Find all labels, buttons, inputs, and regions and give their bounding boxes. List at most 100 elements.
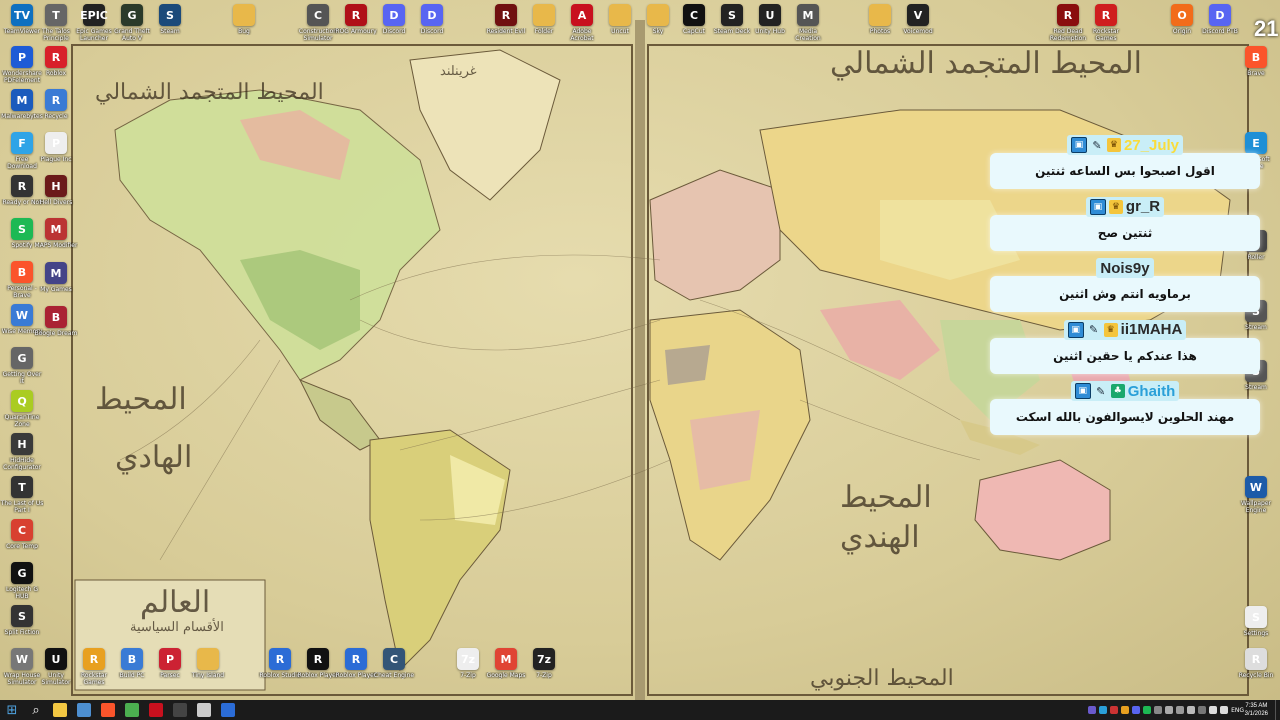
maps-icon: M — [495, 648, 517, 670]
desktop-shortcut[interactable]: R Recycle — [34, 89, 78, 120]
desktop-shortcut[interactable]: W Wallpaper Engine — [1234, 476, 1278, 514]
desktop-shortcut[interactable]: B Brave — [1234, 46, 1278, 77]
tray-app-icon[interactable] — [1088, 706, 1097, 714]
wise-icon: W — [11, 304, 33, 326]
desktop-shortcut[interactable]: B Boogie Dream — [34, 306, 78, 337]
desktop-shortcut-label: Plague Inc — [40, 156, 72, 163]
brave-icon: B — [1245, 46, 1267, 68]
roblox-icon: R — [307, 648, 329, 670]
desktop-shortcut[interactable]: Tiny Island — [186, 648, 230, 679]
chrome-taskbar-icon[interactable] — [125, 703, 139, 717]
desktop-shortcut[interactable]: S Split Fiction — [0, 605, 44, 636]
desktop-shortcut-label: My Games — [40, 286, 72, 293]
show-desktop-button[interactable] — [1275, 700, 1280, 720]
map-label-greenland: غرينلند — [440, 64, 477, 79]
desktop-shortcut-label: Steam — [160, 28, 180, 35]
desktop-shortcut[interactable]: Bug — [222, 4, 266, 35]
chat-message-text: ثنتين صح — [990, 214, 1260, 251]
chat-username-row: ▣ ✎ ♣ Ghaith — [990, 381, 1260, 401]
desktop-shortcut[interactable]: D Discord — [410, 4, 454, 35]
discord-icon: D — [1209, 4, 1231, 26]
folder-icon — [869, 4, 891, 26]
desktop-shortcut[interactable]: S Settings — [1234, 606, 1278, 637]
chat-message-text: مهند الحلوين لايسوالفون بالله اسكت — [990, 399, 1260, 435]
desktop-shortcut[interactable]: R Roblox — [34, 46, 78, 77]
wallpaper-icon: W — [1245, 476, 1267, 498]
chat-username-row: Nois9y — [990, 258, 1260, 278]
tray-spotify-icon[interactable] — [1143, 706, 1152, 714]
roblox-studio-taskbar-icon[interactable] — [221, 703, 235, 717]
desktop-shortcut[interactable]: G Logitech G HUB — [0, 562, 44, 600]
chat-username: gr_R — [1125, 198, 1161, 215]
settings-taskbar-icon[interactable] — [197, 703, 211, 717]
desktop-shortcut-label: Bug — [238, 28, 250, 35]
volume-icon[interactable] — [1220, 706, 1229, 714]
search-icon[interactable]: ⌕ — [29, 703, 43, 718]
crown-icon: ♛ — [1106, 138, 1121, 152]
desktop-shortcut-label: QuaranTine Zone — [4, 414, 40, 428]
chat-message-text: برماويه انتم وش اثنين — [990, 276, 1260, 312]
clock[interactable]: 7:35 AM 3/1/2026 — [1245, 702, 1268, 718]
epic-icon: EPIC — [80, 4, 108, 26]
tray-app-icon[interactable] — [1154, 706, 1163, 714]
windows-start-icon[interactable]: ⊞ — [5, 703, 19, 718]
chat-message: برماويه انتم وش اثنين Nois9y — [990, 258, 1260, 320]
tray-app-icon[interactable] — [1099, 706, 1108, 714]
settings-icon: S — [1245, 606, 1267, 628]
tray-app-icon[interactable] — [1110, 706, 1119, 714]
fdm-icon: F — [11, 132, 33, 154]
readyornot-icon: R — [11, 175, 33, 197]
chat-username-pill: ▣ ♛ gr_R — [1085, 196, 1165, 217]
chat-message: ثنتين صح ▣ ♛ gr_R — [990, 196, 1260, 259]
steam-taskbar-icon[interactable] — [77, 703, 91, 717]
tray-app-icon[interactable] — [1198, 706, 1207, 714]
coretemp-icon: C — [11, 519, 33, 541]
tray-app-icon[interactable] — [1187, 706, 1196, 714]
boogie-icon: B — [45, 306, 67, 328]
desktop-shortcut[interactable]: D Discord PTB — [1198, 4, 1242, 35]
pdfelement-icon: P — [11, 46, 33, 68]
wifi-icon[interactable] — [1209, 706, 1218, 714]
desktop-shortcut[interactable]: G Getting Over It — [0, 347, 44, 385]
prime-icon: ▣ — [1074, 383, 1091, 399]
brave-taskbar-icon[interactable] — [101, 703, 115, 717]
chat-username-pill: ▣ ✎ ♛ 27_July — [1066, 135, 1184, 155]
desktop-shortcut[interactable]: R Recycle Bin — [1234, 648, 1278, 679]
tray-app-icon[interactable] — [1165, 706, 1174, 714]
desktop-shortcut[interactable]: M Media Creation — [786, 4, 830, 42]
recycle-icon: R — [45, 89, 67, 111]
map-title-main: العالم — [140, 585, 211, 620]
plague-icon: P — [45, 132, 67, 154]
desktop-shortcut[interactable]: 7z 7-Zip — [522, 648, 566, 679]
desktop-shortcut[interactable]: T The Last of Us Part I — [0, 476, 44, 514]
voicemod-icon: V — [907, 4, 929, 26]
desktop-shortcut[interactable]: Q QuaranTine Zone — [0, 390, 44, 428]
desktop-shortcut[interactable]: C Cheat Engine — [372, 648, 416, 679]
pen-icon: ✎ — [1096, 384, 1106, 398]
desktop-shortcut[interactable]: R Rockstar Games — [1084, 4, 1128, 42]
taskbar: ⊞ ⌕ ENG 7:35 AM 3/1/2026 — [0, 700, 1280, 720]
language-indicator[interactable]: ENG — [1231, 707, 1244, 714]
rog-icon: R — [345, 4, 367, 26]
desktop-shortcut[interactable]: H Hell Divers — [34, 175, 78, 206]
desktop-shortcut[interactable]: M My Games — [34, 262, 78, 293]
desktop-shortcut[interactable]: H HidHide Configurator — [0, 433, 44, 471]
acrobat-taskbar-icon[interactable] — [149, 703, 163, 717]
tray-discord-icon[interactable] — [1132, 706, 1141, 714]
desktop-shortcut[interactable]: M MAPS Modifier — [34, 218, 78, 249]
tray-app-icon[interactable] — [1121, 706, 1130, 714]
cheatengine-icon: C — [383, 648, 405, 670]
file-explorer-icon[interactable] — [53, 703, 67, 717]
desktop-shortcut[interactable]: P Plague Inc — [34, 132, 78, 163]
desktop-shortcut[interactable]: V Voicemod — [896, 4, 940, 35]
tray-app-icon[interactable] — [1176, 706, 1185, 714]
obs-taskbar-icon[interactable] — [173, 703, 187, 717]
map-label-arctic-left: المحيط المتجمد الشمالي — [95, 80, 324, 105]
chat-username-pill: Nois9y — [1096, 258, 1154, 278]
desktop-shortcut[interactable]: C Core Temp — [0, 519, 44, 550]
unity-icon: U — [45, 648, 67, 670]
steam-icon: S — [159, 4, 181, 26]
desktop-shortcut-label: Tiny Island — [191, 672, 225, 679]
desktop-shortcut[interactable]: S Steam — [148, 4, 192, 35]
chat-username-pill: ▣ ✎ ♛ ii1MAHA — [1063, 319, 1187, 340]
